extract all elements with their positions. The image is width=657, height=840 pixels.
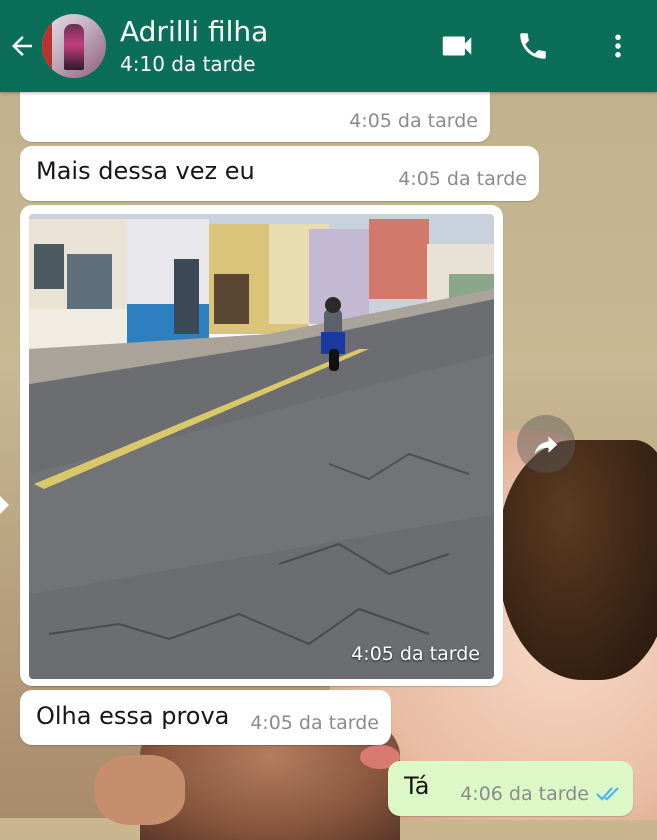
chat-header: Adrilli filha 4:10 da tarde <box>0 0 657 92</box>
more-options-button[interactable] <box>579 29 657 63</box>
voice-call-button[interactable] <box>487 29 579 63</box>
image-message-bubble[interactable]: 4:05 da tarde <box>20 205 503 686</box>
message-text: Tá <box>404 772 430 800</box>
message-time: 4:05 da tarde <box>398 168 527 190</box>
avatar-figure <box>64 24 84 70</box>
video-call-icon <box>442 36 472 56</box>
message-time: 4:05 da tarde <box>349 110 478 132</box>
message-bubble[interactable]: Olha essa prova 4:05 da tarde <box>20 690 391 745</box>
forward-icon <box>534 436 558 454</box>
wallpaper-hair <box>498 440 657 680</box>
more-vert-icon <box>615 34 621 58</box>
message-time: 4:05 da tarde <box>351 643 480 665</box>
street-photo-image <box>29 214 494 679</box>
contact-info[interactable]: Adrilli filha 4:10 da tarde <box>120 15 268 77</box>
outgoing-message-bubble[interactable]: Tá 4:06 da tarde <box>388 761 633 816</box>
header-actions <box>427 0 657 92</box>
video-call-button[interactable] <box>427 27 487 65</box>
avatar-decoration <box>42 14 52 78</box>
message-time: 4:06 da tarde <box>460 783 589 805</box>
message-photo[interactable]: 4:05 da tarde <box>29 214 494 679</box>
message-time: 4:05 da tarde <box>250 712 379 734</box>
scroll-indicator-icon <box>0 496 9 514</box>
contact-avatar[interactable] <box>42 14 106 78</box>
back-arrow-icon <box>12 36 32 56</box>
forward-button[interactable] <box>517 415 575 473</box>
read-receipt-icon <box>596 787 619 801</box>
back-button[interactable] <box>2 0 42 92</box>
message-text: Olha essa prova <box>36 702 230 730</box>
message-bubble[interactable]: Mais dessa vez eu 4:05 da tarde <box>20 146 539 201</box>
message-text: Mais dessa vez eu <box>36 157 255 185</box>
phone-icon <box>520 33 546 59</box>
contact-name: Adrilli filha <box>120 15 269 48</box>
last-seen: 4:10 da tarde <box>120 52 256 76</box>
wallpaper-hand <box>95 755 185 825</box>
